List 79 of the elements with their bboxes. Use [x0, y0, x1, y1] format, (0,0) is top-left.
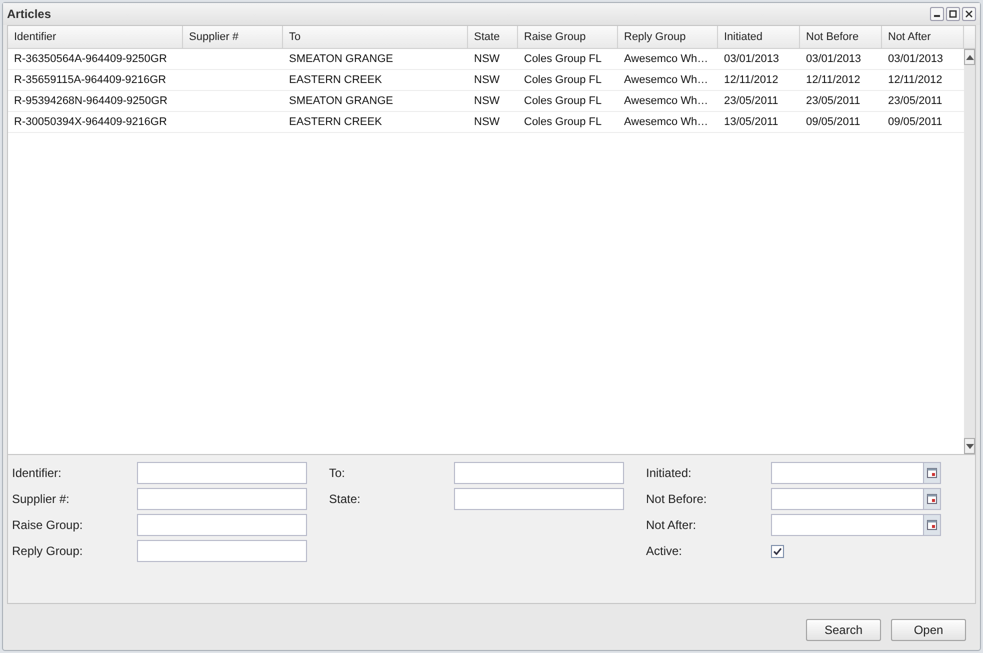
table-cell-text: 23/05/2011: [724, 94, 778, 109]
calendar-button[interactable]: [923, 515, 940, 535]
column-header[interactable]: State: [468, 26, 518, 48]
checkbox[interactable]: [771, 544, 784, 558]
maximize-icon: [949, 10, 957, 18]
input-field[interactable]: [454, 462, 624, 484]
date-field[interactable]: [771, 514, 941, 536]
minimize-button[interactable]: [930, 7, 944, 21]
input-field[interactable]: [137, 540, 307, 562]
window-title: Articles: [7, 6, 52, 23]
calendar-button[interactable]: [923, 489, 940, 509]
column-header[interactable]: Supplier #: [183, 26, 283, 48]
close-icon: [965, 10, 973, 18]
table-cell-text: Awesemco Wh…: [624, 94, 708, 109]
input-field[interactable]: [137, 462, 307, 484]
table-cell-text: Awesemco Wh…: [624, 52, 708, 67]
field-label: Raise Group:: [12, 517, 84, 534]
table-cell-text: SMEATON GRANGE: [289, 52, 394, 67]
arrow-up-icon: [966, 54, 974, 60]
column-header[interactable]: Reply Group: [618, 26, 718, 48]
calendar-icon: [927, 494, 937, 504]
field-label: Active:: [646, 543, 684, 560]
table-cell-text: 03/01/2013: [888, 52, 944, 67]
calendar-icon: [927, 520, 937, 530]
action-button[interactable]: Open: [891, 619, 966, 641]
table-cell-text: Awesemco Wh…: [624, 114, 708, 130]
table-cell-text: Coles Group FL: [524, 114, 602, 130]
column-header[interactable]: Raise Group: [518, 26, 618, 48]
field-label: To:: [329, 465, 346, 482]
check-icon: [773, 546, 782, 556]
arrow-down-icon: [966, 444, 974, 448]
field-label: Reply Group:: [12, 543, 84, 560]
table-cell-text: EASTERN CREEK: [289, 114, 382, 130]
table-cell-text: 09/05/2011: [888, 114, 942, 130]
table-cell-text: SMEATON GRANGE: [289, 94, 394, 109]
column-header[interactable]: Not Before: [800, 26, 882, 48]
field-label: Identifier:: [12, 465, 62, 482]
field-label: State:: [329, 491, 362, 508]
table-cell-text: 23/05/2011: [888, 94, 942, 109]
table-cell-text: NSW: [474, 94, 500, 109]
table-cell-text: NSW: [474, 114, 500, 130]
field-label: Not Before:: [646, 491, 708, 508]
date-field[interactable]: [771, 462, 941, 484]
field-label: Not After:: [646, 517, 698, 534]
date-field[interactable]: [771, 488, 941, 510]
table-cell-text: R-30050394X-964409-9216GR: [14, 114, 167, 130]
table-cell-text: NSW: [474, 52, 500, 67]
maximize-button[interactable]: [946, 7, 960, 21]
table-cell-text: EASTERN CREEK: [289, 72, 382, 88]
input-field[interactable]: [137, 514, 307, 536]
scrollbar[interactable]: [964, 49, 975, 454]
table-cell-text: Awesemco Wh…: [624, 72, 708, 88]
table-cell-text: Coles Group FL: [524, 52, 602, 67]
table-cell-text: R-36350564A-964409-9250GR: [14, 52, 167, 67]
table-cell-text: NSW: [474, 72, 500, 88]
table-cell-text: R-95394268N-964409-9250GR: [14, 94, 168, 109]
table-cell-text: Coles Group FL: [524, 94, 602, 109]
column-header[interactable]: Not After: [882, 26, 964, 48]
action-button[interactable]: Search: [806, 619, 881, 641]
table-cell-text: 12/11/2012: [888, 72, 942, 88]
table-cell-text: 12/11/2012: [724, 72, 778, 88]
column-header[interactable]: Initiated: [718, 26, 800, 48]
table-cell-text: R-35659115A-964409-9216GR: [14, 72, 166, 88]
calendar-button[interactable]: [923, 463, 940, 483]
input-field[interactable]: [137, 488, 307, 510]
table-cell-text: 12/11/2012: [806, 72, 860, 88]
table-cell-text: 23/05/2011: [806, 94, 860, 109]
field-label: Supplier #:: [12, 491, 70, 508]
field-label: Initiated:: [646, 465, 692, 482]
input-field[interactable]: [454, 488, 624, 510]
table-cell-text: 09/05/2011: [806, 114, 860, 130]
column-header[interactable]: Identifier: [8, 26, 183, 48]
table-cell-text: 03/01/2013: [724, 52, 780, 67]
column-header[interactable]: To: [283, 26, 468, 48]
table-cell-text: 13/05/2011: [724, 114, 778, 130]
close-button[interactable]: [962, 7, 976, 21]
calendar-icon: [927, 468, 937, 478]
table-cell-text: 03/01/2013: [806, 52, 862, 67]
table-cell-text: Coles Group FL: [524, 72, 602, 88]
